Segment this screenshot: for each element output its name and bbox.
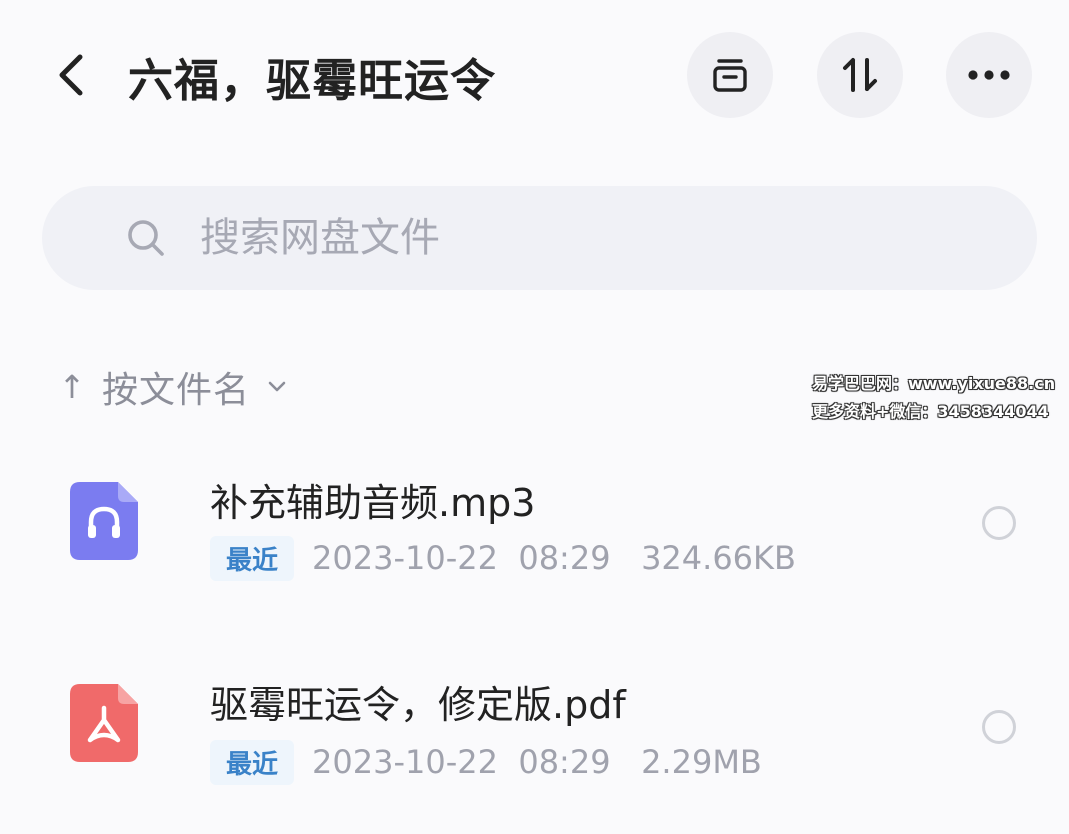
file-size: 2.29MB <box>641 743 762 781</box>
sort-direction-icon: ↑ <box>58 368 86 406</box>
file-name: 补充辅助音频.mp3 <box>210 481 536 525</box>
file-date: 2023-10-22 <box>312 539 498 577</box>
sort-button[interactable] <box>817 32 903 118</box>
search-bar[interactable] <box>42 186 1037 290</box>
chevron-left-icon <box>59 54 83 96</box>
watermark: 易学巴巴网：www.yixue88.cn 更多资料+微信：3458344044 <box>812 370 1055 426</box>
search-icon <box>128 220 164 256</box>
file-size: 324.66KB <box>641 539 796 577</box>
file-meta: 最近 2023-10-22 08:29 2.29MB <box>210 738 762 786</box>
file-meta: 最近 2023-10-22 08:29 324.66KB <box>210 534 796 582</box>
file-time: 08:29 <box>518 539 611 577</box>
archive-button[interactable] <box>687 32 773 118</box>
back-button[interactable] <box>48 45 94 105</box>
watermark-line-2: 更多资料+微信：3458344044 <box>812 402 1049 421</box>
file-row[interactable]: 补充辅助音频.mp3 最近 2023-10-22 08:29 324.66KB <box>0 450 1069 630</box>
select-radio[interactable] <box>982 710 1016 744</box>
file-row[interactable]: 驱霉旺运令，修定版.pdf 最近 2023-10-22 08:29 2.29MB <box>0 654 1069 834</box>
sort-label: 按文件名 <box>102 370 251 411</box>
chevron-down-icon <box>268 381 286 392</box>
page-title: 六福，驱霉旺运令 <box>128 54 497 107</box>
sort-icon <box>843 58 877 92</box>
sort-selector[interactable]: ↑ 按文件名 <box>56 362 286 412</box>
audio-file-icon <box>70 482 138 560</box>
recent-badge: 最近 <box>210 535 295 581</box>
select-radio[interactable] <box>982 506 1016 540</box>
header-bar: 六福，驱霉旺运令 <box>0 0 1069 150</box>
watermark-line-1: 易学巴巴网：www.yixue88.cn <box>812 374 1056 393</box>
more-button[interactable] <box>946 32 1032 118</box>
recent-badge: 最近 <box>210 739 295 785</box>
pdf-file-icon <box>70 684 138 762</box>
file-name: 驱霉旺运令，修定版.pdf <box>210 683 626 727</box>
more-icon <box>968 70 1010 80</box>
search-input[interactable] <box>200 208 980 268</box>
archive-icon <box>713 59 747 92</box>
file-time: 08:29 <box>518 743 611 781</box>
file-date: 2023-10-22 <box>312 743 498 781</box>
